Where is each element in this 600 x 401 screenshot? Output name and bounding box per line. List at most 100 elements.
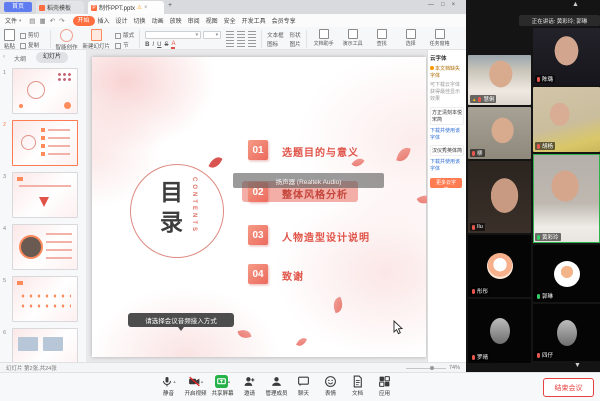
align-right-icon[interactable] xyxy=(248,40,256,47)
maximize-icon[interactable]: □ xyxy=(441,2,445,8)
slide-thumbnail-1[interactable] xyxy=(12,68,78,114)
slide-thumbnail-5[interactable] xyxy=(12,276,78,322)
icon-lib-button[interactable]: 图标 xyxy=(267,40,284,48)
shape-button[interactable]: 形状 xyxy=(290,31,301,39)
more-cloud-fonts-button[interactable]: 更多云字体 xyxy=(430,178,462,188)
tab-outline[interactable]: 大纲 xyxy=(14,54,26,63)
font-family-select[interactable]: ▾ xyxy=(145,31,201,39)
petal-decor xyxy=(331,297,345,314)
mute-button[interactable]: ▴ 静音 xyxy=(156,375,181,397)
find-button[interactable]: 查找 xyxy=(370,29,394,47)
redo-icon[interactable]: ↷ xyxy=(59,17,64,25)
emoji-button[interactable]: 表情 xyxy=(318,375,343,397)
slide-thumbnail-4[interactable] xyxy=(12,224,78,270)
collapse-panel-icon[interactable]: ‹ xyxy=(3,54,5,60)
menu-animation[interactable]: 动画 xyxy=(149,16,167,25)
mic-options-caret[interactable]: ▴ xyxy=(173,379,175,385)
minimize-icon[interactable]: — xyxy=(428,2,434,8)
italic-button[interactable]: I xyxy=(152,42,154,48)
invite-button[interactable]: 邀请 xyxy=(237,375,262,397)
video-tile-active-speaker[interactable]: 黄彩玲 xyxy=(533,154,600,243)
video-tile-camera-off[interactable]: 罗晴 xyxy=(468,299,531,363)
collapse-panel-icon[interactable]: ▲ xyxy=(572,1,579,8)
download-font-link[interactable]: 下载并使用该字体 xyxy=(430,127,464,141)
strikethrough-button[interactable]: S xyxy=(164,42,168,48)
menu-insert[interactable]: 插入 xyxy=(95,16,113,25)
font-color-button[interactable]: A xyxy=(171,41,175,49)
end-meeting-button[interactable]: 结束会议 xyxy=(543,378,594,397)
close-icon[interactable]: × xyxy=(452,2,456,8)
menu-view[interactable]: 视图 xyxy=(203,16,221,25)
menu-slideshow[interactable]: 放映 xyxy=(167,16,185,25)
file-menu[interactable]: 文件 ▾ xyxy=(5,16,21,25)
slide-thumbnail-6[interactable] xyxy=(12,328,78,362)
tab-docer[interactable]: 稻壳模板 xyxy=(36,1,84,14)
task-pane-button[interactable]: 任务窗格 xyxy=(428,29,452,47)
menu-devtools[interactable]: 开发工具 xyxy=(239,16,269,25)
select-button[interactable]: 选择 xyxy=(399,29,423,47)
zoom-slider[interactable] xyxy=(406,368,446,369)
font-size-select[interactable]: ▾ xyxy=(203,31,221,39)
download-font-link[interactable]: 下载并使用该字体 xyxy=(430,158,464,172)
manage-members-button[interactable]: 管理成员 xyxy=(264,375,289,397)
video-tile[interactable]: 柳 xyxy=(468,107,531,159)
ai-create-button[interactable]: 智能创作 xyxy=(56,29,78,51)
bullet-list-icon[interactable] xyxy=(226,31,234,38)
align-center-icon[interactable] xyxy=(237,40,245,47)
print-icon[interactable]: ▦ xyxy=(39,17,45,25)
start-video-button[interactable]: ▴ 开启视频 xyxy=(183,375,208,397)
new-tab-button[interactable]: + xyxy=(168,2,172,9)
menu-design[interactable]: 设计 xyxy=(113,16,131,25)
save-icon[interactable]: ▤ xyxy=(29,17,35,25)
camera-off-icon xyxy=(188,375,201,388)
tab-home[interactable]: 首页 xyxy=(4,2,32,12)
video-options-caret[interactable]: ▴ xyxy=(201,379,203,385)
video-tile-camera-off[interactable]: 郭琳 xyxy=(533,245,600,302)
apps-button[interactable]: 应用 xyxy=(372,375,397,397)
chat-button[interactable]: 聊天 xyxy=(291,375,316,397)
video-tile[interactable]: 陈璐 xyxy=(533,28,600,85)
divider xyxy=(139,30,140,48)
menu-review[interactable]: 审阅 xyxy=(185,16,203,25)
tab-slides[interactable]: 幻灯片 xyxy=(36,52,68,63)
warning-icon: ⚠ xyxy=(137,5,142,11)
present-tools-button[interactable]: 演示工具 xyxy=(341,29,365,47)
menu-transition[interactable]: 切换 xyxy=(131,16,149,25)
video-tile[interactable]: Ilu xyxy=(468,161,531,233)
slide-thumbnail-3[interactable] xyxy=(12,172,78,218)
scroll-more-icon[interactable]: ▼ xyxy=(574,362,581,369)
slide[interactable]: 目 录 CONTENTS 01 选题目的与意义 02 整体风格分析 03 人物造… xyxy=(92,57,426,357)
align-left-icon[interactable] xyxy=(226,40,234,47)
docs-button[interactable]: 文档 xyxy=(345,375,370,397)
paste-button[interactable]: 粘贴 xyxy=(4,29,15,50)
thumb-decor xyxy=(41,128,45,158)
slide-thumbnail-2-selected[interactable] xyxy=(12,120,78,166)
undo-icon[interactable]: ↶ xyxy=(50,17,55,25)
video-tile-camera-off[interactable]: 四仔 xyxy=(533,304,600,361)
layout-button[interactable]: 版式 xyxy=(115,31,134,39)
underline-button[interactable]: U xyxy=(157,42,161,48)
video-tile-camera-off[interactable]: 彤彤 xyxy=(468,235,531,297)
tab-document[interactable]: P 制作PPT.pptx ⚠ × xyxy=(88,1,164,14)
menu-member[interactable]: 会员专享 xyxy=(269,16,299,25)
video-tile[interactable]: 胡杨 xyxy=(533,87,600,152)
textbox-button[interactable]: 文本框 xyxy=(267,31,284,39)
participant-name: 黄彩玲 xyxy=(542,233,559,241)
menu-security[interactable]: 安全 xyxy=(221,16,239,25)
copy-button[interactable]: 复制 xyxy=(20,41,45,49)
cut-button[interactable]: 剪切 xyxy=(20,31,45,39)
avatar xyxy=(490,318,510,344)
new-slide-button[interactable]: 新建幻灯片 xyxy=(83,29,111,50)
image-button[interactable]: 图片 xyxy=(290,40,301,48)
doc-helper-button[interactable]: 文档助手 xyxy=(312,29,336,47)
indent-icon[interactable] xyxy=(248,31,256,38)
video-tile[interactable]: ▲慧俐 xyxy=(468,55,531,105)
section-button[interactable]: 节 xyxy=(115,41,134,49)
menu-start[interactable]: 开始 xyxy=(73,16,95,26)
share-screen-button[interactable]: ▴ 共享屏幕 xyxy=(210,375,235,397)
toc-item-label: 人物造型设计说明 xyxy=(282,229,370,244)
number-list-icon[interactable] xyxy=(237,31,245,38)
bold-button[interactable]: B xyxy=(145,42,149,48)
share-options-caret[interactable]: ▴ xyxy=(228,379,230,385)
close-tab-icon[interactable]: × xyxy=(144,5,148,11)
